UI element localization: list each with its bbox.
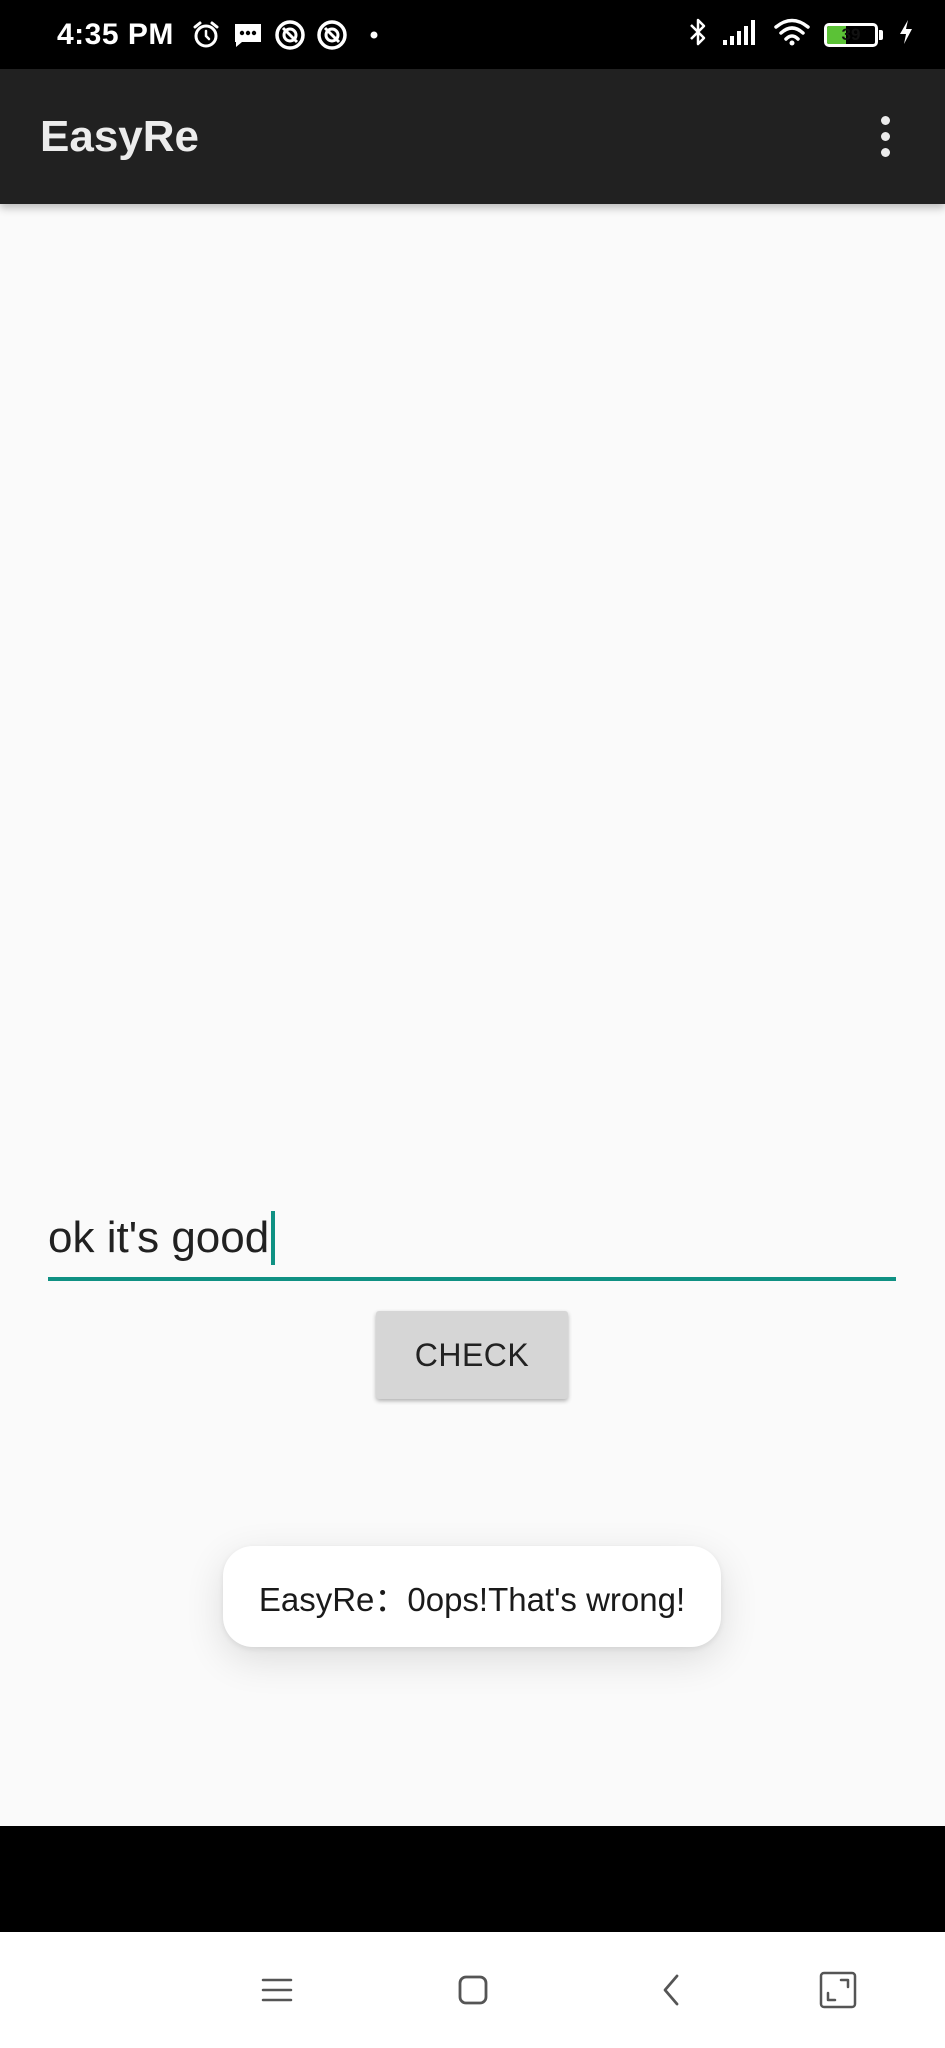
app-title: EasyRe (40, 111, 200, 161)
status-time: 4:35 PM (57, 17, 174, 51)
flag-input-field[interactable]: ok it's good (48, 1211, 276, 1277)
battery-nub (879, 29, 883, 40)
overflow-menu-icon[interactable] (865, 107, 905, 167)
app-notification-icon (316, 19, 348, 51)
home-icon[interactable] (437, 1954, 509, 2026)
dot-icon (358, 19, 390, 51)
battery-icon: 39 (824, 22, 883, 47)
check-button[interactable]: CHECK (376, 1311, 568, 1399)
text-cursor (271, 1211, 276, 1265)
menu-icon[interactable] (241, 1954, 313, 2026)
battery-body: 39 (824, 22, 878, 47)
flag-input[interactable]: ok it's good (48, 1205, 896, 1281)
charging-icon (897, 18, 915, 51)
app-notification-icon (274, 19, 306, 51)
screenshot-icon[interactable] (802, 1954, 874, 2026)
status-right-icons: 39 (688, 16, 915, 53)
status-bar: 4:35 PM 39 (0, 0, 945, 69)
app-bar: EasyRe (0, 69, 945, 204)
bluetooth-icon (688, 16, 708, 53)
wifi-icon (774, 18, 810, 51)
battery-level: 39 (841, 25, 861, 44)
menu-dot (880, 132, 890, 141)
alarm-icon (190, 19, 222, 51)
back-icon[interactable] (635, 1954, 707, 2026)
signal-icon (722, 18, 760, 51)
menu-dot (880, 116, 890, 125)
flag-input-value: ok it's good (48, 1213, 270, 1262)
menu-dot (880, 148, 890, 157)
black-strip (0, 1826, 945, 1932)
toast-message: EasyRe：0ops!That's wrong! (223, 1546, 721, 1647)
navigation-bar (0, 1932, 945, 2048)
screen: 4:35 PM 39 EasyRe ok it's good CHECK Eas… (0, 0, 945, 2048)
message-icon (232, 19, 264, 51)
status-left-icons (190, 19, 390, 51)
